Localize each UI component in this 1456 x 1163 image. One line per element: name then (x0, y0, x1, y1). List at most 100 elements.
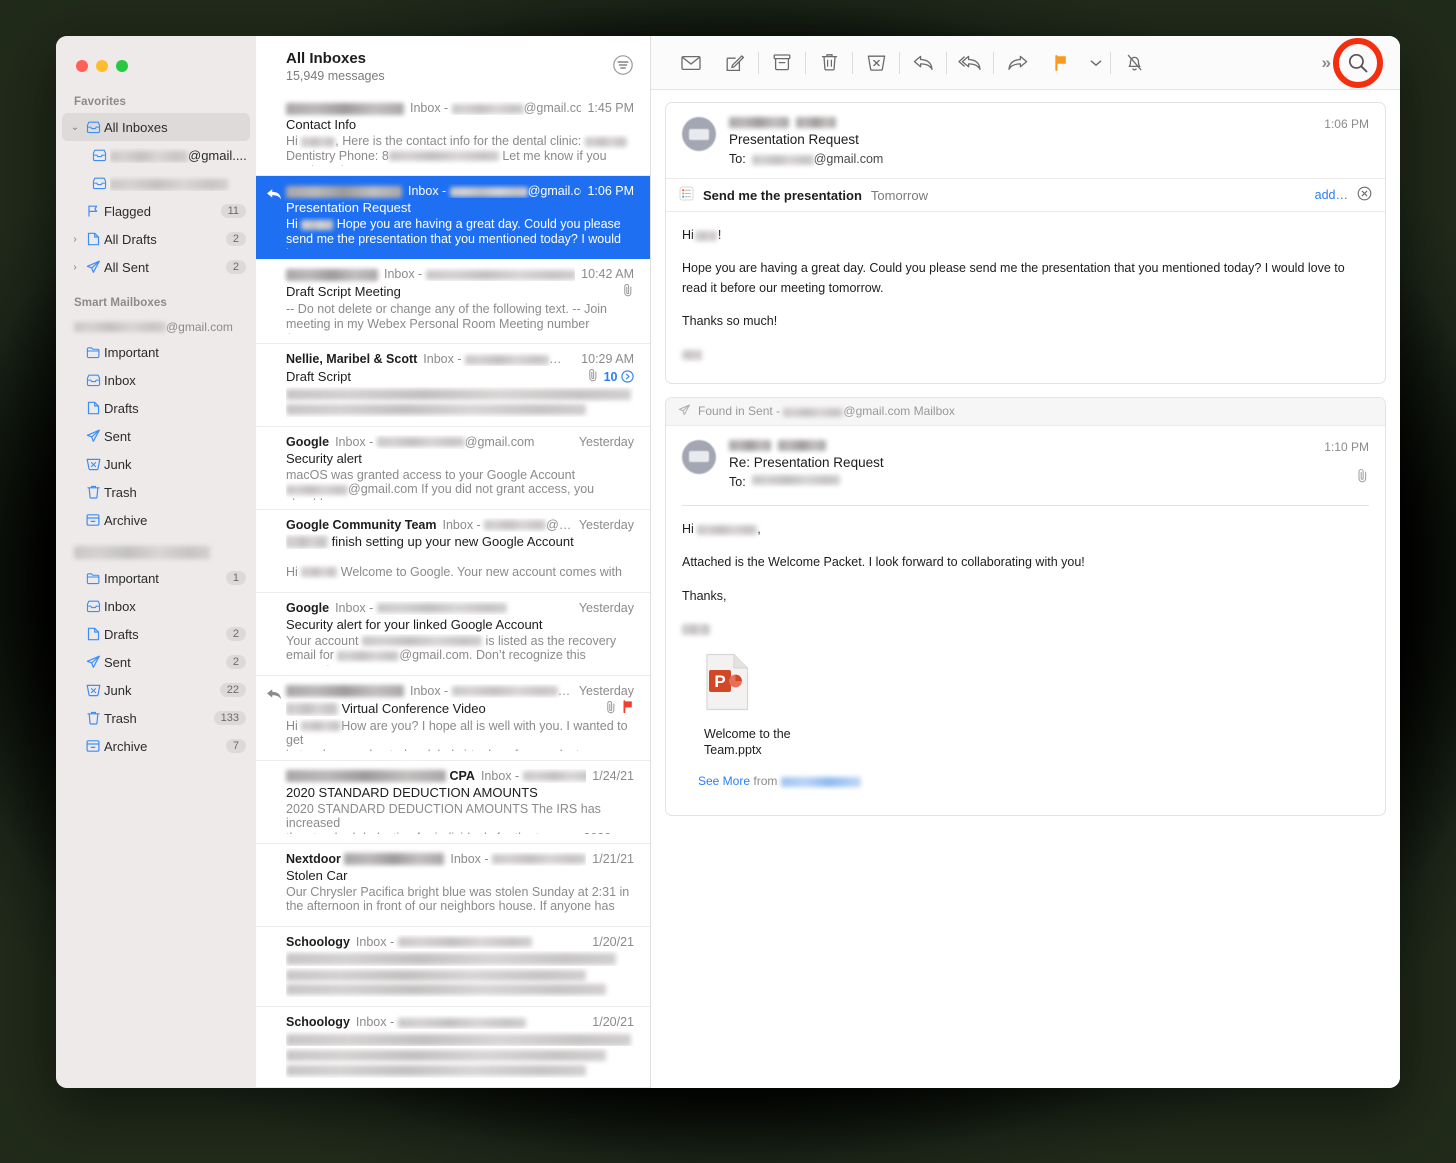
flag-dropdown-button[interactable] (1083, 46, 1109, 80)
sidebar-item-all-drafts[interactable]: › All Drafts 2 (62, 225, 250, 253)
chevron-right-icon[interactable]: › (68, 262, 82, 273)
message-list-item[interactable]: Inbox - @gmail.com 1:45 PM Contact Info Hi … (256, 93, 650, 176)
sidebar-item-junk[interactable]: Junk 22 (62, 676, 250, 704)
svg-text:P: P (714, 672, 725, 691)
paperclip-icon[interactable] (1324, 468, 1369, 488)
close-window-button[interactable] (76, 60, 88, 72)
message-list-item[interactable]: Inbox - @gmail.com 1:06 PM Presentation Re… (256, 176, 650, 259)
sidebar-item-all-inboxes[interactable]: ⌄ All Inboxes (62, 113, 250, 141)
sidebar-item-drafts[interactable]: Drafts (62, 394, 250, 422)
junk-button[interactable] (854, 46, 898, 80)
message-date: 1/20/21 (592, 934, 634, 949)
sidebar-item-important[interactable]: Important (62, 338, 250, 366)
archive-button[interactable] (760, 46, 804, 80)
sidebar-item-drafts[interactable]: Drafts 2 (62, 620, 250, 648)
message-list-item[interactable]: Inbox - … Yesterday Virtual Conference Vi… (256, 676, 650, 761)
sidebar-item-label: Archive (104, 738, 148, 754)
signature (682, 346, 1369, 365)
sidebar-item-junk[interactable]: Junk (62, 450, 250, 478)
message-count: 15,949 messages (286, 69, 385, 83)
message-date: 1:45 PM (587, 101, 634, 115)
reply-all-button[interactable] (948, 46, 992, 80)
sidebar-item-label: Junk (104, 456, 132, 472)
sidebar-section-favorites: Favorites (74, 96, 127, 108)
message-list-item[interactable]: SchoologyInbox - 1/20/21 (256, 927, 650, 1007)
sidebar-item-account-gmail-2[interactable] (62, 169, 250, 197)
toolbar-divider (805, 51, 806, 74)
sidebar-item-archive[interactable]: Archive 7 (62, 732, 250, 760)
sidebar-item-inbox[interactable]: Inbox (62, 366, 250, 394)
reminder-banner[interactable]: Send me the presentation Tomorrow add… (666, 178, 1385, 212)
paperplane-icon (82, 260, 104, 274)
attachment-item[interactable]: P Welcome to the Team.pptx (704, 653, 810, 758)
chevron-right-icon[interactable]: › (68, 234, 82, 245)
flag-button[interactable] (1039, 46, 1083, 80)
attachment-name: Welcome to the Team.pptx (704, 726, 791, 757)
document-icon (82, 627, 104, 641)
message-list-item[interactable]: CPA Inbox - . 1/24/21 2020 STANDARD DEDUCTI… (256, 761, 650, 844)
message-header-1: Presentation Request To: @gmail.com 1:06… (666, 103, 1385, 178)
message-body-2: Hi , Attached is the Welcome Packet. I l… (666, 506, 1385, 815)
paperplane-icon (82, 429, 104, 443)
sidebar-item-important[interactable]: Important 1 (62, 564, 250, 592)
message-subject: Security alert for your linked Google Ac… (286, 616, 543, 632)
compose-button[interactable] (713, 46, 757, 80)
document-icon (82, 232, 104, 246)
flag-icon (82, 204, 104, 218)
delete-button[interactable] (807, 46, 851, 80)
sidebar-item-sent[interactable]: Sent (62, 422, 250, 450)
sidebar-item-trash[interactable]: Trash 133 (62, 704, 250, 732)
paperclip-icon (622, 283, 634, 300)
message-list-item[interactable]: Inbox - 10:42 AM Draft Script Meeting -- D… (256, 259, 650, 344)
unread-badge: 22 (219, 683, 246, 697)
mark-unread-button[interactable] (669, 46, 713, 80)
sidebar-item-flagged[interactable]: Flagged 11 (62, 197, 250, 225)
thread-count-badge[interactable]: 10 (604, 370, 634, 384)
sender-name: Google (286, 600, 330, 615)
sidebar-item-label: All Drafts (104, 231, 157, 247)
message-list-item[interactable]: Google Community Team Inbox - @… Yesterday… (256, 510, 650, 593)
sender-name: Schoology (286, 934, 350, 949)
minimize-window-button[interactable] (96, 60, 108, 72)
sidebar-item-label: Inbox (104, 598, 136, 614)
reminder-add-link[interactable]: add… (1315, 188, 1348, 202)
message-list[interactable]: Inbox - @gmail.com 1:45 PM Contact Info Hi … (256, 93, 650, 1088)
chevron-down-icon[interactable]: ⌄ (68, 122, 82, 133)
maximize-window-button[interactable] (116, 60, 128, 72)
chevrons-right-icon[interactable]: » (1318, 53, 1332, 73)
sidebar-item-inbox[interactable]: Inbox (62, 592, 250, 620)
message-list-item[interactable]: Nellie, Maribel & Scott Inbox - … 10:29 AM… (256, 344, 650, 427)
message-list-item[interactable]: SchoologyInbox - 1/20/21 (256, 1088, 650, 1089)
message-subject: Security alert (286, 450, 362, 466)
message-body-1: Hi! Hope you are having a great day. Cou… (666, 212, 1385, 383)
sidebar-item-archive[interactable]: Archive (62, 506, 250, 534)
trash-icon (82, 711, 104, 725)
reply-button[interactable] (901, 46, 945, 80)
mute-button[interactable] (1112, 46, 1156, 80)
sender-name: Schoology (286, 1015, 350, 1029)
message-date: Yesterday (578, 434, 634, 449)
message-list-item[interactable]: Google Inbox - @gmail.com Yesterday Securit… (256, 427, 650, 510)
message-date: Yesterday (578, 683, 634, 698)
sidebar-item-account-gmail-1[interactable]: @gmail.... (62, 141, 250, 169)
search-button[interactable] (1332, 37, 1384, 89)
sidebar-item-all-sent[interactable]: › All Sent 2 (62, 253, 250, 281)
message-list-item[interactable]: Google Inbox - Yesterday Security alert fo… (256, 593, 650, 676)
sidebar-item-label: @gmail.... (110, 148, 246, 163)
message-list-item[interactable]: Nextdoor Inbox - … 1/21/21 Stolen CarOur C… (256, 844, 650, 927)
see-more-row[interactable]: See More from (682, 762, 1369, 797)
message-list-item[interactable]: SchoologyInbox - 1/20/21 (256, 1007, 650, 1088)
sidebar-item-label: Sent (104, 654, 131, 670)
filter-icon[interactable] (612, 54, 634, 81)
sidebar-item-trash[interactable]: Trash (62, 478, 250, 506)
sidebar-item-sent[interactable]: Sent 2 (62, 648, 250, 676)
see-more-link[interactable]: See More (698, 774, 750, 788)
close-circle-icon[interactable] (1357, 186, 1372, 204)
body-closing: Thanks so much! (682, 314, 778, 329)
recipient-row: To: (729, 474, 1314, 489)
avatar (682, 117, 716, 151)
powerpoint-file-icon: P (704, 653, 810, 717)
forward-button[interactable] (995, 46, 1039, 80)
to-label: To: (729, 152, 746, 166)
paperclip-icon (587, 368, 599, 385)
